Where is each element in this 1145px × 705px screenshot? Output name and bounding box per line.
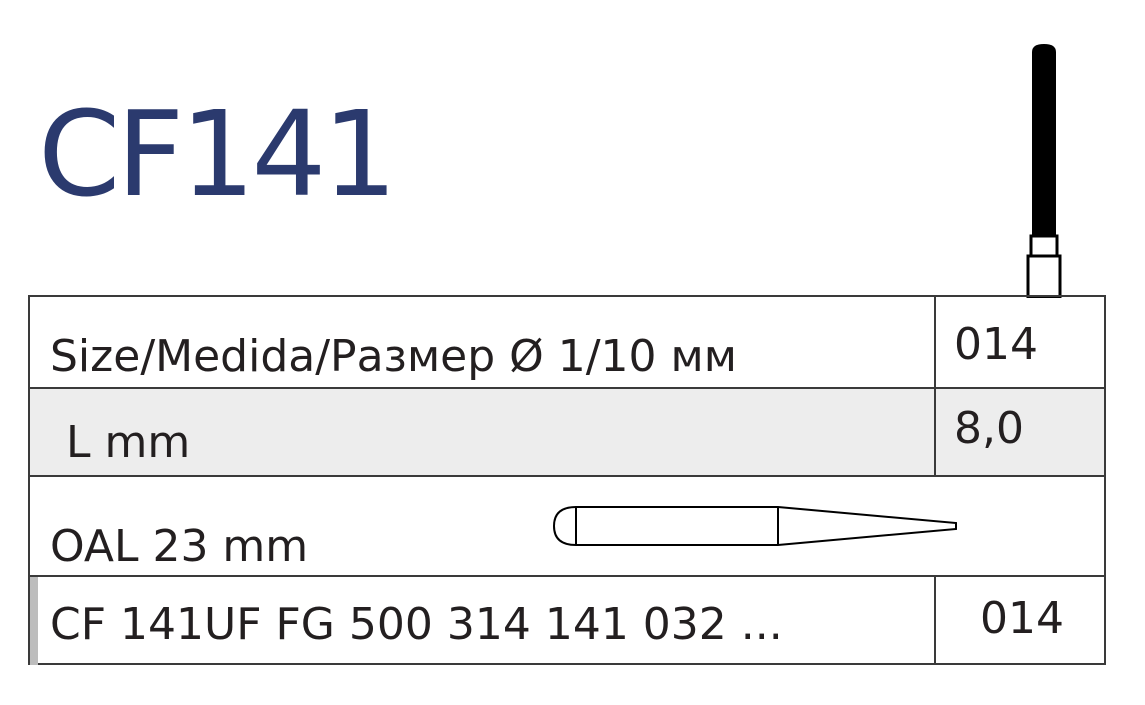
divider [934, 577, 936, 665]
reference-row: CF 141UF FG 500 314 141 032 ... 014 [30, 577, 1106, 665]
size-label: Size/Medida/Размер Ø 1/10 мм [50, 331, 737, 382]
row-accent [30, 577, 38, 665]
divider [934, 297, 936, 387]
divider [934, 389, 936, 475]
bur-upright-icon [1020, 40, 1070, 302]
spec-table: Size/Medida/Размер Ø 1/10 мм 014 L mm 8,… [28, 295, 1106, 665]
oal-label: OAL 23 mm [50, 521, 309, 572]
size-value: 014 [954, 319, 1038, 370]
length-row: L mm 8,0 [30, 389, 1106, 477]
product-code-title: CF141 [38, 85, 397, 223]
length-value: 8,0 [954, 403, 1024, 454]
reference-value: 014 [980, 593, 1064, 644]
bur-side-view-icon [552, 505, 962, 551]
size-row: Size/Medida/Размер Ø 1/10 мм 014 [30, 297, 1106, 389]
right-border [1104, 297, 1106, 665]
length-label: L mm [66, 417, 191, 468]
reference-label: CF 141UF FG 500 314 141 032 ... [50, 599, 783, 650]
oal-row: OAL 23 mm [30, 477, 1106, 577]
